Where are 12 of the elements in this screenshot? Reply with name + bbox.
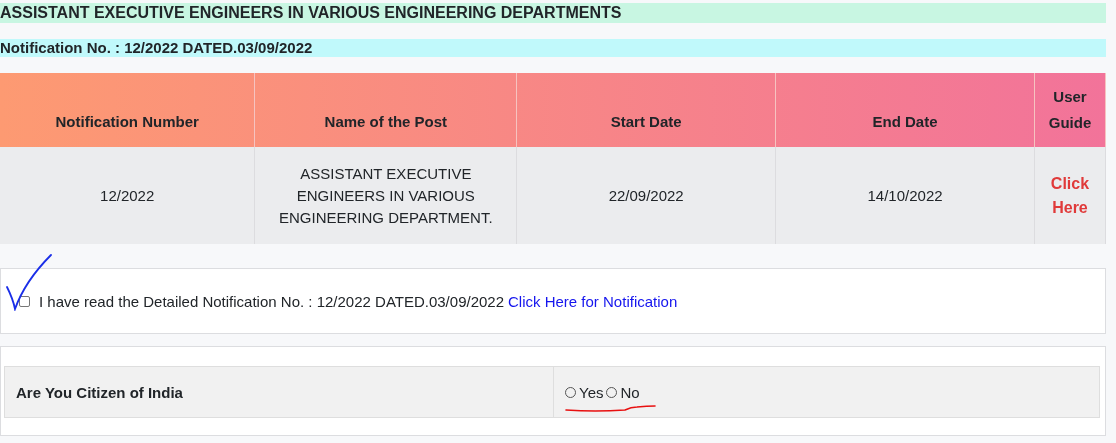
radio-option[interactable]: Yes — [565, 383, 604, 401]
radio-option[interactable]: No — [606, 383, 640, 401]
declaration-text: I have read the Detailed Notification No. : 12/2022 DATED.03/09/2022 — [39, 292, 504, 310]
table-cell: 14/10/2022 — [775, 147, 1035, 244]
checkbox[interactable] — [19, 295, 30, 307]
page-title: ASSISTANT EXECUTIVE ENGINEERS IN VARIOUS ENGINEERING DEPARTMENTS — [0, 3, 1106, 23]
notification-heading: Notification No. : 12/2022 DATED.03/09/2022 — [0, 39, 1106, 57]
notification-link[interactable]: Click Here for Notification — [508, 292, 678, 310]
table-cell: 12/2022 — [0, 147, 255, 244]
question-label: Are You Citizen of India — [5, 367, 554, 417]
table-cell: 22/09/2022 — [516, 147, 776, 244]
table-cell: ASSISTANT EXECUTIVE ENGINEERS IN VARIOUS ENGINEERING DEPARTMENT. — [254, 147, 517, 244]
